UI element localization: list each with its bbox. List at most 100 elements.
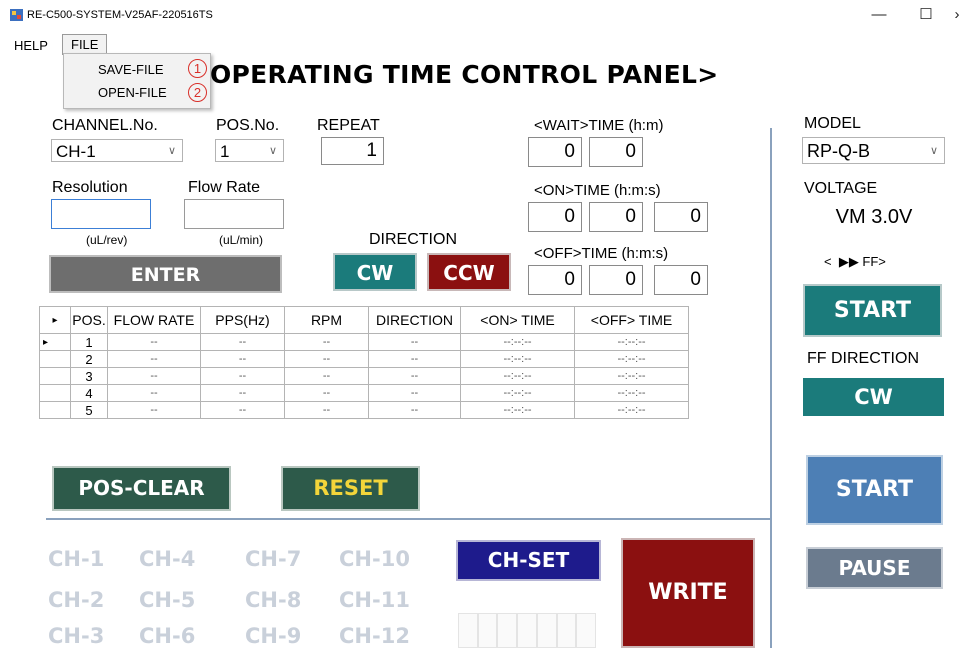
column-header[interactable]: <OFF> TIME xyxy=(574,306,689,334)
close-button[interactable]: › xyxy=(945,4,969,26)
table-cell[interactable]: --:--:-- xyxy=(460,384,575,402)
column-header[interactable]: PPS(Hz) xyxy=(200,306,285,334)
menu-help[interactable]: HELP xyxy=(8,36,54,55)
off-minute-input[interactable]: 0 xyxy=(589,265,643,295)
channel-ch-5[interactable]: CH-5 xyxy=(139,588,195,612)
table-cell[interactable]: -- xyxy=(284,367,369,385)
table-cell[interactable]: -- xyxy=(284,350,369,368)
menu-file[interactable]: FILE xyxy=(62,34,108,55)
table-cell[interactable]: -- xyxy=(107,350,201,368)
ff-start-button[interactable]: START xyxy=(803,284,942,337)
table-cell[interactable]: -- xyxy=(368,367,461,385)
row-selector[interactable] xyxy=(39,350,71,368)
row-selector[interactable] xyxy=(39,367,71,385)
column-header[interactable]: RPM xyxy=(284,306,369,334)
table-cell[interactable]: --:--:-- xyxy=(574,350,689,368)
table-row[interactable]: 3 -- -- -- -- --:--:-- --:--:-- xyxy=(39,367,689,385)
table-cell[interactable]: -- xyxy=(368,350,461,368)
ch-set-button[interactable]: CH-SET xyxy=(456,540,601,581)
channel-ch-8[interactable]: CH-8 xyxy=(245,588,301,612)
row-selector[interactable] xyxy=(39,384,71,402)
table-cell[interactable]: 5 xyxy=(70,401,108,419)
table-cell[interactable]: --:--:-- xyxy=(460,350,575,368)
column-header[interactable]: <ON> TIME xyxy=(460,306,575,334)
channel-ch-11[interactable]: CH-11 xyxy=(339,588,410,612)
table-cell[interactable]: -- xyxy=(107,367,201,385)
table-cell[interactable]: 1 xyxy=(70,333,108,351)
table-cell[interactable]: -- xyxy=(200,384,285,402)
channel-ch-4[interactable]: CH-4 xyxy=(139,547,195,571)
channel-select[interactable]: CH-1 ∨ xyxy=(51,139,183,162)
table-cell[interactable]: -- xyxy=(284,401,369,419)
table-cell[interactable]: -- xyxy=(200,401,285,419)
table-cell[interactable]: -- xyxy=(107,333,201,351)
table-row[interactable]: 4 -- -- -- -- --:--:-- --:--:-- xyxy=(39,384,689,402)
table-header-row: ▸ POS. FLOW RATE PPS(Hz) RPM DIRECTION <… xyxy=(39,306,689,334)
table-cell[interactable]: -- xyxy=(107,384,201,402)
resolution-input[interactable] xyxy=(51,199,151,229)
reset-button[interactable]: RESET xyxy=(281,466,420,511)
wait-minute-input[interactable]: 0 xyxy=(589,137,643,167)
channel-ch-12[interactable]: CH-12 xyxy=(339,624,410,648)
table-cell[interactable]: -- xyxy=(200,333,285,351)
table-cell[interactable]: --:--:-- xyxy=(460,401,575,419)
channel-ch-10[interactable]: CH-10 xyxy=(339,547,410,571)
maximize-button[interactable]: ☐ xyxy=(909,4,943,26)
table-cell[interactable]: 4 xyxy=(70,384,108,402)
menu-item-save-file[interactable]: SAVE-FILE xyxy=(98,62,164,77)
table-cell[interactable]: 3 xyxy=(70,367,108,385)
on-minute-input[interactable]: 0 xyxy=(589,202,643,232)
wait-hour-input[interactable]: 0 xyxy=(528,137,582,167)
table-cell[interactable]: -- xyxy=(368,401,461,419)
table-cell[interactable]: -- xyxy=(284,333,369,351)
row-header-cell: ▸ xyxy=(39,306,71,334)
table-cell[interactable]: -- xyxy=(200,350,285,368)
channel-ch-1[interactable]: CH-1 xyxy=(48,547,104,571)
channel-ch-6[interactable]: CH-6 xyxy=(139,624,195,648)
table-cell[interactable]: -- xyxy=(368,333,461,351)
on-second-input[interactable]: 0 xyxy=(654,202,708,232)
indicator-cell xyxy=(517,613,537,648)
table-cell[interactable]: -- xyxy=(107,401,201,419)
table-cell[interactable]: -- xyxy=(368,384,461,402)
pause-button[interactable]: PAUSE xyxy=(806,547,943,589)
cw-button[interactable]: CW xyxy=(333,253,417,291)
table-cell[interactable]: --:--:-- xyxy=(574,367,689,385)
table-cell[interactable]: 2 xyxy=(70,350,108,368)
table-row[interactable]: 2 -- -- -- -- --:--:-- --:--:-- xyxy=(39,350,689,368)
table-row[interactable]: 5 -- -- -- -- --:--:-- --:--:-- xyxy=(39,401,689,419)
menu-item-open-file[interactable]: OPEN-FILE xyxy=(98,85,167,100)
pos-select[interactable]: 1 ∨ xyxy=(215,139,284,162)
model-value: RP-Q-B xyxy=(807,141,870,161)
channel-ch-3[interactable]: CH-3 xyxy=(48,624,104,648)
off-hour-input[interactable]: 0 xyxy=(528,265,582,295)
minimize-button[interactable]: — xyxy=(862,4,896,26)
model-select[interactable]: RP-Q-B ∨ xyxy=(802,137,945,164)
ff-direction-value[interactable]: CW xyxy=(803,378,944,416)
start-button[interactable]: START xyxy=(806,455,943,525)
channel-ch-7[interactable]: CH-7 xyxy=(245,547,301,571)
table-cell[interactable]: --:--:-- xyxy=(574,333,689,351)
channel-ch-9[interactable]: CH-9 xyxy=(245,624,301,648)
table-cell[interactable]: --:--:-- xyxy=(574,384,689,402)
enter-button[interactable]: ENTER xyxy=(49,255,282,293)
off-second-input[interactable]: 0 xyxy=(654,265,708,295)
column-header[interactable]: POS. xyxy=(70,306,108,334)
table-cell[interactable]: --:--:-- xyxy=(574,401,689,419)
pos-clear-button[interactable]: POS-CLEAR xyxy=(52,466,231,511)
row-selector-icon[interactable]: ▸ xyxy=(39,333,71,351)
table-cell[interactable]: -- xyxy=(284,384,369,402)
table-cell[interactable]: --:--:-- xyxy=(460,367,575,385)
row-selector[interactable] xyxy=(39,401,71,419)
on-hour-input[interactable]: 0 xyxy=(528,202,582,232)
table-cell[interactable]: --:--:-- xyxy=(460,333,575,351)
column-header[interactable]: DIRECTION xyxy=(368,306,461,334)
table-cell[interactable]: -- xyxy=(200,367,285,385)
table-row[interactable]: ▸ 1 -- -- -- -- --:--:-- --:--:-- xyxy=(39,333,689,351)
write-button[interactable]: WRITE xyxy=(621,538,755,648)
flow-rate-input[interactable] xyxy=(184,199,284,229)
repeat-input[interactable]: 1 xyxy=(321,137,384,165)
channel-ch-2[interactable]: CH-2 xyxy=(48,588,104,612)
column-header[interactable]: FLOW RATE xyxy=(107,306,201,334)
ccw-button[interactable]: CCW xyxy=(427,253,511,291)
